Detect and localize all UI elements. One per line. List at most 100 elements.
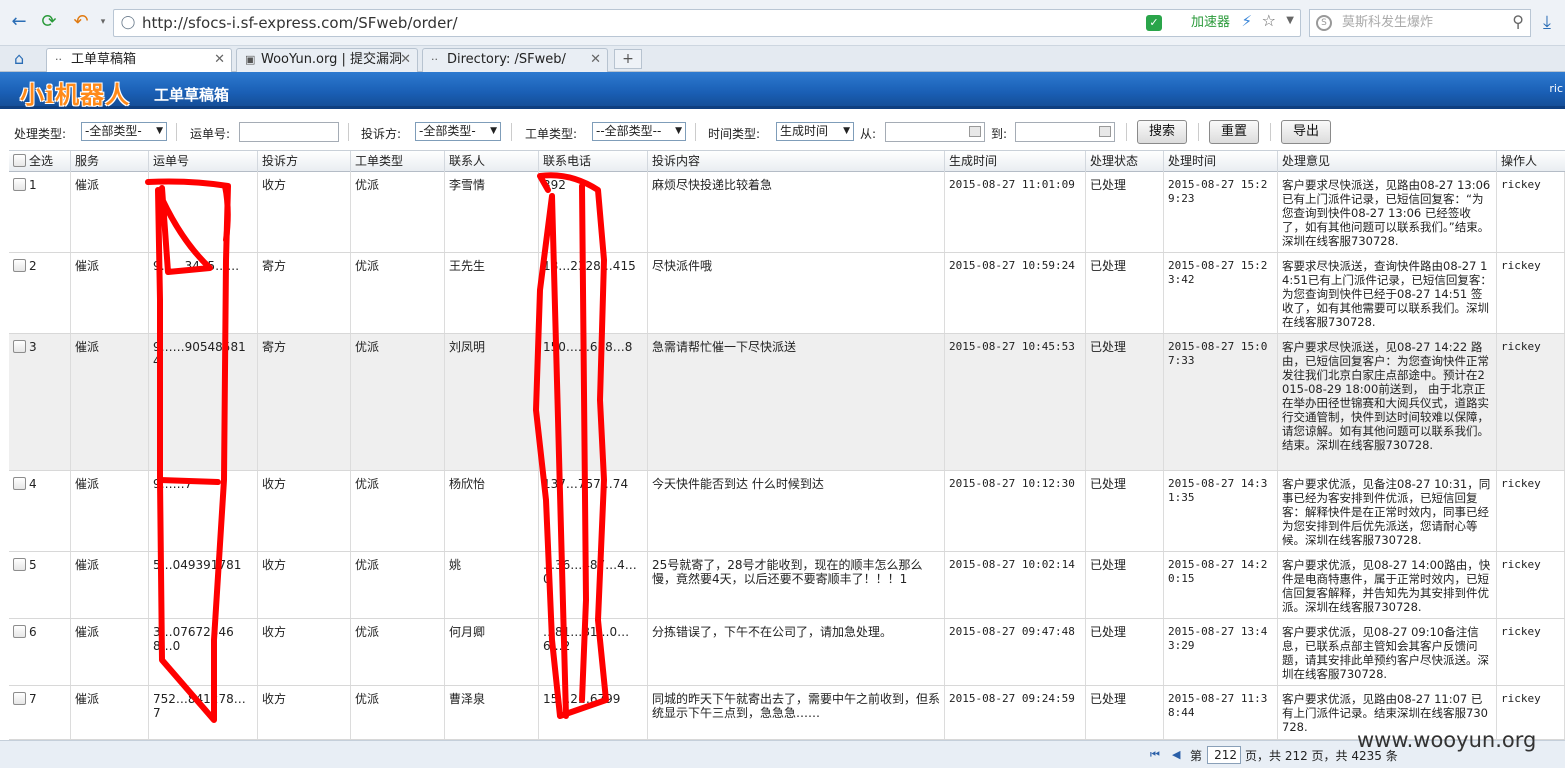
select-all-header[interactable]: 全选 (9, 151, 71, 172)
table-row[interactable]: 1 催派 收方 优派 李雪情 392 麻烦尽快投递比较着急 2015-08-27 11:01:… (9, 172, 1565, 253)
cell-contact-text: 曹泽泉 (449, 692, 486, 706)
tab-directory[interactable]: ·· Directory: /SFweb/ ✕ (422, 48, 608, 72)
undo-dropdown-icon[interactable]: ▾ (92, 11, 114, 33)
star-icon[interactable]: ☆ (1262, 11, 1276, 30)
row-select[interactable]: 4 (9, 471, 71, 551)
select-all-checkbox[interactable] (13, 154, 26, 167)
waybill-input[interactable] (239, 122, 339, 142)
undo-icon[interactable]: ↶ (70, 11, 92, 33)
row-select[interactable]: 7 (9, 686, 71, 739)
row-checkbox[interactable] (13, 259, 26, 272)
cell-status: 已处理 (1086, 619, 1164, 685)
page-icon: ·· (55, 53, 62, 66)
home-icon[interactable]: ⌂ (14, 49, 24, 68)
table-row[interactable]: 4 催派 9……7 收方 优派 杨欣怡 137…757…74 今天快件能否到达 什么时候到达 2… (9, 471, 1565, 552)
cell-contact: 姚 (445, 552, 539, 618)
back-arrow-icon[interactable]: ← (8, 11, 30, 33)
cell-status: 已处理 (1086, 334, 1164, 470)
reset-button[interactable]: 重置 (1209, 120, 1259, 144)
cell-service: 催派 (71, 334, 149, 470)
date-from-input[interactable] (885, 122, 985, 142)
prev-page-icon[interactable]: ◀ (1172, 748, 1180, 761)
row-select[interactable]: 6 (9, 619, 71, 685)
cell-waybill-text: 9……3475…… (153, 259, 240, 273)
new-tab-button[interactable]: + (614, 49, 642, 69)
divider (348, 123, 349, 141)
search-suggestion[interactable]: 莫斯科发生爆炸 (1342, 10, 1433, 36)
table-row[interactable]: 3 催派 9……905485814 寄方 优派 刘凤明 150……638…8 急需请帮忙催一下… (9, 334, 1565, 471)
url-dropdown-icon[interactable]: ▼ (1286, 15, 1294, 26)
pager-prefix: 第 (1190, 749, 1203, 763)
tab-label: 工单草稿箱 (71, 52, 137, 67)
table-row[interactable]: 7 催派 752…841278…7 收方 优派 曹泽泉 15…2…6799 同城的昨天下午就寄… (9, 686, 1565, 740)
date-to-input[interactable] (1015, 122, 1115, 142)
row-checkbox[interactable] (13, 477, 26, 490)
accelerator-shield-icon[interactable]: ✓ (1146, 15, 1162, 31)
browser-search-box[interactable]: S 莫斯科发生爆炸 ⚲ (1309, 9, 1531, 37)
address-bar[interactable]: ◯ http://sfocs-i.sf-express.com/SFweb/or… (113, 9, 1301, 37)
cell-contact-text: 杨欣怡 (449, 477, 486, 491)
process-type-select[interactable]: -全部类型- ▼ (81, 122, 167, 141)
row-checkbox[interactable] (13, 340, 26, 353)
first-page-icon[interactable]: ⏮ (1150, 748, 1160, 762)
cell-party: 收方 (258, 619, 351, 685)
app-logo: 小i机器人 (20, 80, 131, 109)
cell-party: 收方 (258, 552, 351, 618)
page-icon: ·· (431, 53, 438, 66)
tab-wooyun[interactable]: ▣ WooYun.org | 提交漏洞 ✕ (236, 48, 418, 72)
cell-content-text: 尽快派件哦 (652, 259, 713, 273)
row-select[interactable]: 2 (9, 253, 71, 333)
tab-draft-box[interactable]: ·· 工单草稿箱 ✕ (46, 48, 232, 73)
row-checkbox[interactable] (13, 692, 26, 705)
header-content: 投诉内容 (648, 151, 945, 172)
lightning-icon[interactable]: ⚡ (1241, 12, 1252, 30)
cell-party-text: 寄方 (262, 340, 287, 354)
row-checkbox[interactable] (13, 625, 26, 638)
url-text[interactable]: http://sfocs-i.sf-express.com/SFweb/orde… (142, 10, 458, 36)
cell-content-text: 分拣错误了，下午不在公司了，请加急处理。 (652, 625, 893, 639)
row-select[interactable]: 5 (9, 552, 71, 618)
cell-order-type: 优派 (351, 619, 445, 685)
close-tab-icon[interactable]: ✕ (590, 49, 601, 71)
cell-handled-time-text: 2015-08-27 14:31:35 (1168, 477, 1268, 504)
complainant-select[interactable]: -全部类型- ▼ (415, 122, 501, 141)
header-order-type: 工单类型 (351, 151, 445, 172)
download-icon[interactable]: ⤓ (1543, 12, 1551, 33)
cell-handled-time: 2015-08-27 14:31:35 (1164, 471, 1278, 551)
row-checkbox[interactable] (13, 178, 26, 191)
table-row[interactable]: 5 催派 5…049391781 收方 优派 姚 …36…487…4…0 25号就寄了，28号… (9, 552, 1565, 619)
table-row[interactable]: 6 催派 3…076723468…0 收方 优派 何月卿 …81…81…0…6…2 分拣错误了… (9, 619, 1565, 686)
search-button[interactable]: 搜索 (1137, 120, 1187, 144)
export-button[interactable]: 导出 (1281, 120, 1331, 144)
time-type-select[interactable]: 生成时间 ▼ (776, 122, 854, 141)
search-engine-icon[interactable]: S (1316, 15, 1332, 31)
row-select-text: 1 (29, 178, 37, 192)
cell-opinion: 客户要求优派，见08-27 09:10备注信息，已联系点部主管知会其客户反馈问题… (1278, 619, 1497, 685)
time-type-label: 时间类型: (708, 127, 761, 141)
refresh-icon[interactable]: ⟳ (38, 11, 60, 33)
cell-created-text: 2015-08-27 10:45:53 (949, 340, 1075, 353)
cell-phone-text: 15…2…6799 (543, 692, 621, 706)
order-type-select[interactable]: --全部类型-- ▼ (592, 122, 686, 141)
search-icon[interactable]: ⚲ (1512, 12, 1524, 31)
close-tab-icon[interactable]: ✕ (214, 49, 225, 71)
row-select[interactable]: 3 (9, 334, 71, 470)
accelerator-label[interactable]: 加速器 (1191, 10, 1230, 36)
row-select[interactable]: 1 (9, 172, 71, 252)
cell-handled-time-text: 2015-08-27 15:07:33 (1168, 340, 1268, 367)
cell-waybill: 3…076723468…0 (149, 619, 258, 685)
cell-party: 寄方 (258, 253, 351, 333)
row-checkbox[interactable] (13, 558, 26, 571)
close-tab-icon[interactable]: ✕ (400, 49, 411, 71)
table-row[interactable]: 2 催派 9……3475…… 寄方 优派 王先生 18…2328…415 尽快派件哦 2015-… (9, 253, 1565, 334)
cell-status-text: 已处理 (1090, 178, 1127, 192)
calendar-icon[interactable] (969, 126, 981, 137)
calendar-icon[interactable] (1099, 126, 1111, 137)
chevron-down-icon: ▼ (843, 126, 850, 136)
page-number-input[interactable]: 212 (1207, 746, 1241, 764)
cell-phone: …81…81…0…6…2 (539, 619, 648, 685)
divider (1126, 123, 1127, 141)
cell-content: 25号就寄了，28号才能收到，现在的顺丰怎么那么慢，竟然要4天，以后还要不要寄顺… (648, 552, 945, 618)
page-title: 工单草稿箱 (154, 86, 230, 104)
cell-handled-time: 2015-08-27 15:29:23 (1164, 172, 1278, 252)
